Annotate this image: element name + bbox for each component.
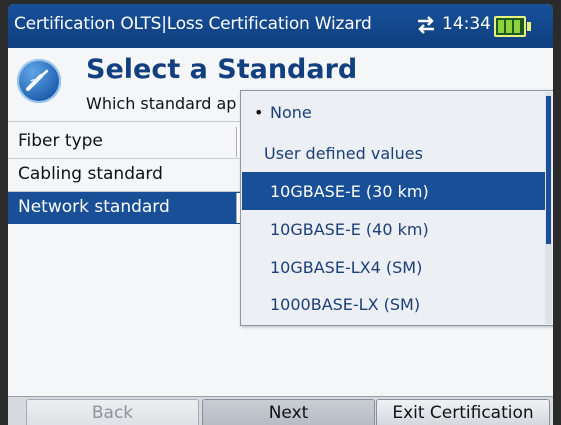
battery-icon [494,16,531,37]
back-button[interactable]: Back [26,399,199,425]
transfer-arrows-icon [418,16,434,34]
option-label: 1000BASE-LX (SM) [270,295,421,314]
fiber-type-row[interactable]: Fiber type [8,126,240,158]
device-screen: Certification OLTS|Loss Certification Wi… [8,4,553,425]
network-standard-label: Network standard [18,197,170,217]
fiber-probe-logo-icon [17,59,61,103]
option-label: 10GBASE-LX4 (SM) [270,258,423,277]
option-label: 10GBASE-E (40 km) [270,220,429,239]
clock-time: 14:34 [442,14,491,34]
next-button[interactable]: Next [202,399,375,425]
standard-dropdown-list[interactable]: • None User defined values 10GBASE-E (30… [240,90,553,326]
fiber-type-label: Fiber type [18,131,103,151]
cabling-standard-label: Cabling standard [18,164,163,184]
window-title: Certification OLTS|Loss Certification Wi… [14,14,372,34]
scrollbar-thumb[interactable] [546,96,551,244]
dropdown-option-10gbase-e-40km[interactable]: 10GBASE-E (40 km) [242,210,545,248]
dropdown-scrollbar[interactable] [545,92,552,324]
wizard-footer: Back Next Exit Certification [8,396,553,425]
option-label: 10GBASE-E (30 km) [270,182,429,201]
dropdown-option-10gbase-lx4[interactable]: 10GBASE-LX4 (SM) [242,248,545,286]
network-standard-row[interactable]: Network standard [8,192,240,224]
title-bar: Certification OLTS|Loss Certification Wi… [8,4,553,48]
cabling-standard-row[interactable]: Cabling standard [8,159,240,191]
option-label: None [270,103,312,122]
option-label: User defined values [264,144,423,163]
selected-bullet-icon: • [254,103,264,122]
dropdown-option-1000base-lx[interactable]: 1000BASE-LX (SM) [242,285,545,323]
page-title: Select a Standard [86,54,358,85]
dropdown-option-none[interactable]: • None [242,93,545,131]
page-subtitle: Which standard ap [86,94,237,113]
exit-certification-button[interactable]: Exit Certification [376,399,550,425]
dropdown-option-user-defined[interactable]: User defined values [242,134,545,172]
dropdown-option-10gbase-e-30km[interactable]: 10GBASE-E (30 km) [242,172,545,210]
